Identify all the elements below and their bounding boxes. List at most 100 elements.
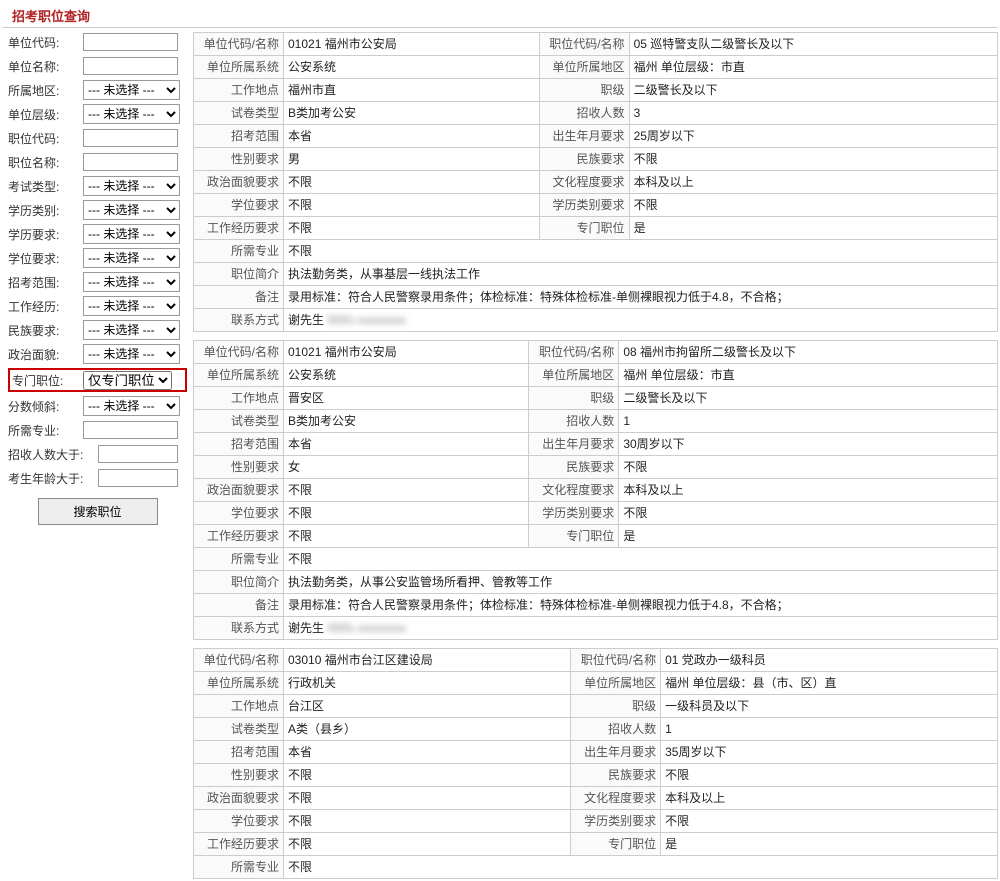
field-value: 不限 [629,194,997,217]
field-value: 不限 [284,764,571,787]
recruit-range-select[interactable]: --- 未选择 --- [83,272,180,292]
field-label: 招收人数 [571,718,661,741]
unit-name-label: 单位名称: [8,58,83,75]
score-tilt-select[interactable]: --- 未选择 --- [83,396,180,416]
field-label: 职级 [539,79,629,102]
field-label: 性别要求 [194,456,284,479]
field-value: 1 [661,718,998,741]
field-label: 单位代码/名称 [194,649,284,672]
field-label: 工作地点 [194,387,284,410]
field-value: 不限 [284,525,529,548]
field-value: 不限 [284,810,571,833]
field-label: 职位代码/名称 [529,341,619,364]
special-pos-highlight: 专门职位: 仅专门职位 [8,368,187,392]
field-value: 是 [619,525,998,548]
field-label: 政治面貌要求 [194,171,284,194]
field-value: 公安系统 [284,364,529,387]
search-button[interactable]: 搜索职位 [38,498,158,525]
field-label: 试卷类型 [194,718,284,741]
field-label: 专门职位 [539,217,629,240]
field-label: 专门职位 [571,833,661,856]
politics-select[interactable]: --- 未选择 --- [83,344,180,364]
field-label: 单位代码/名称 [194,341,284,364]
field-value: 35周岁以下 [661,741,998,764]
field-label: 政治面貌要求 [194,479,284,502]
score-tilt-label: 分数倾斜: [8,398,83,415]
field-label: 单位所属系统 [194,672,284,695]
field-label: 性别要求 [194,764,284,787]
field-label: 出生年月要求 [571,741,661,764]
field-label: 单位所属系统 [194,56,284,79]
ethnic-req-select[interactable]: --- 未选择 --- [83,320,180,340]
field-label: 民族要求 [539,148,629,171]
field-label: 单位代码/名称 [194,33,284,56]
field-label: 招收人数 [529,410,619,433]
field-label: 学位要求 [194,810,284,833]
contact-value: 谢先生 0591-xxxxxxxx [284,309,998,332]
field-value: 晋安区 [284,387,529,410]
field-value: 不限 [284,787,571,810]
field-label: 招考范围 [194,433,284,456]
special-pos-select[interactable]: 仅专门职位 [83,371,172,390]
field-value: B类加考公安 [284,410,529,433]
recruit-num-label: 招收人数大于: [8,446,98,463]
field-value: 二级警长及以下 [629,79,997,102]
unit-level-select[interactable]: --- 未选择 --- [83,104,180,124]
field-label: 单位所属地区 [571,672,661,695]
field-label: 职级 [529,387,619,410]
work-exp-select[interactable]: --- 未选择 --- [83,296,180,316]
field-value: 女 [284,456,529,479]
field-value: 不限 [619,502,998,525]
field-value: 08 福州市拘留所二级警长及以下 [619,341,998,364]
field-label: 试卷类型 [194,410,284,433]
field-value: 福州市直 [284,79,540,102]
work-exp-label: 工作经历: [8,298,83,315]
field-label: 所需专业 [194,548,284,571]
pos-name-input[interactable] [83,153,178,171]
field-label: 工作经历要求 [194,833,284,856]
field-value: A类（县乡） [284,718,571,741]
age-input[interactable] [98,469,178,487]
field-value: 1 [619,410,998,433]
field-value: 不限 [284,502,529,525]
unit-code-label: 单位代码: [8,34,83,51]
field-label: 所需专业 [194,856,284,879]
search-sidebar: 单位代码: 单位名称: 所属地区: --- 未选择 --- 单位层级: --- … [2,32,187,879]
field-value: 二级警长及以下 [619,387,998,410]
degree-req-select[interactable]: --- 未选择 --- [83,248,180,268]
pos-name-label: 职位名称: [8,154,83,171]
unit-code-input[interactable] [83,33,178,51]
field-value: 公安系统 [284,56,540,79]
edu-req-select[interactable]: --- 未选择 --- [83,224,180,244]
edu-req-label: 学历要求: [8,226,83,243]
field-value: 不限 [284,217,540,240]
recruit-num-input[interactable] [98,445,178,463]
field-label: 工作经历要求 [194,525,284,548]
field-value: 福州 单位层级：市直 [619,364,998,387]
major-input[interactable] [83,421,178,439]
unit-name-input[interactable] [83,57,178,75]
edu-cat-select[interactable]: --- 未选择 --- [83,200,180,220]
field-value: 是 [661,833,998,856]
field-label: 学位要求 [194,502,284,525]
exam-type-select[interactable]: --- 未选择 --- [83,176,180,196]
field-value: 不限 [661,764,998,787]
field-value: 01021 福州市公安局 [284,33,540,56]
field-label: 单位所属地区 [539,56,629,79]
pos-code-input[interactable] [83,129,178,147]
field-label: 文化程度要求 [529,479,619,502]
field-value: 不限 [284,548,998,571]
edu-cat-label: 学历类别: [8,202,83,219]
field-label: 招收人数 [539,102,629,125]
field-value: 录用标准：符合人民警察录用条件；体检标准：特殊体检标准-单侧裸眼视力低于4.8，… [284,286,998,309]
field-value: 05 巡特警支队二级警长及以下 [629,33,997,56]
field-label: 联系方式 [194,617,284,640]
region-select[interactable]: --- 未选择 --- [83,80,180,100]
field-value: 30周岁以下 [619,433,998,456]
field-value: 不限 [284,240,998,263]
region-label: 所属地区: [8,82,83,99]
age-label: 考生年龄大于: [8,470,98,487]
field-value: 一级科员及以下 [661,695,998,718]
special-pos-label: 专门职位: [12,372,83,389]
field-value: 本省 [284,741,571,764]
